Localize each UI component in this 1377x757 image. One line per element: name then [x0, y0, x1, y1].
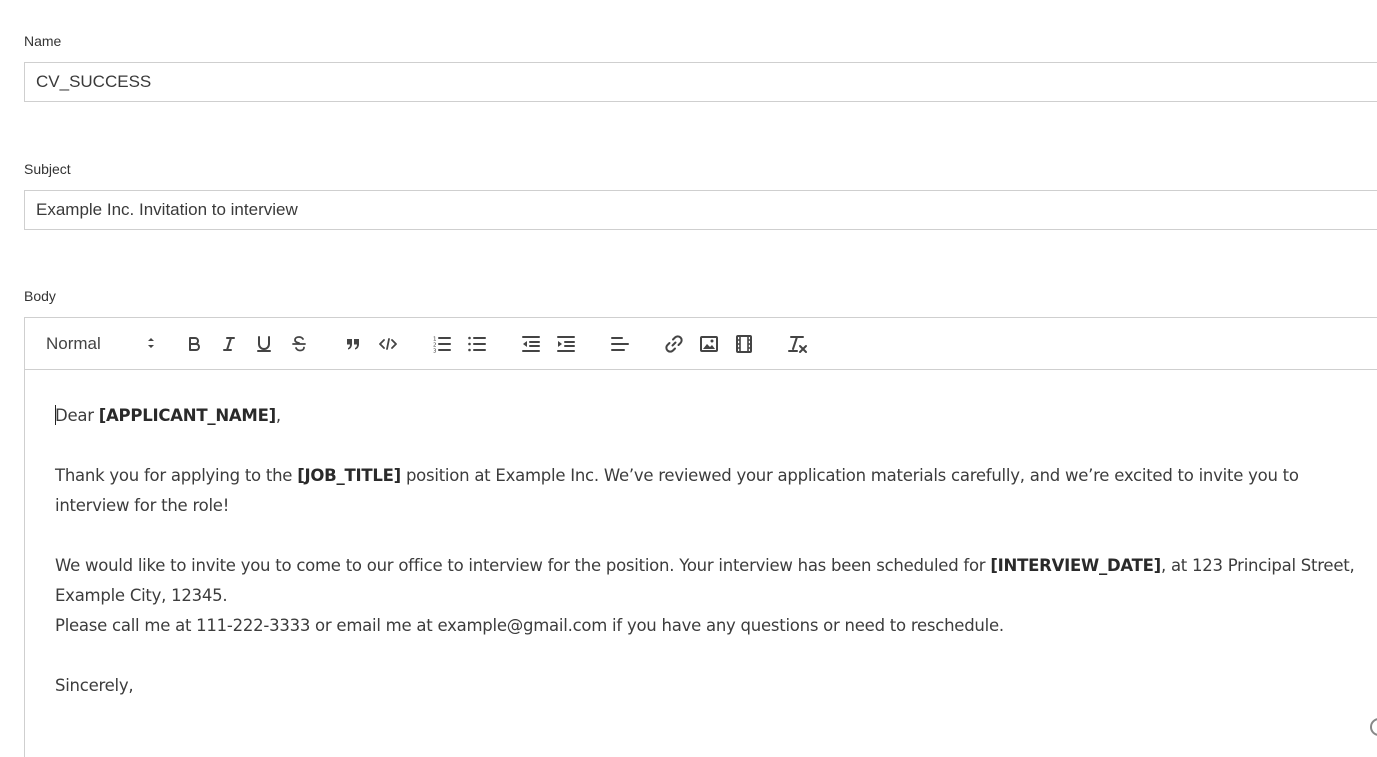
email-paragraph-3: Please call me at 111-222-3333 or email … [55, 616, 1004, 635]
ordered-list-icon: 123 [432, 335, 452, 353]
bullet-list-button[interactable] [465, 332, 489, 356]
strikethrough-icon [290, 335, 308, 353]
subject-label: Subject [24, 161, 71, 177]
interview-date-placeholder: [INTERVIEW_DATE] [990, 556, 1161, 575]
name-label: Name [24, 33, 62, 49]
email-paragraph-1: Thank you for applying to the [JOB_TITLE… [55, 461, 1345, 521]
clear-format-button[interactable] [786, 332, 810, 356]
image-icon [699, 335, 719, 353]
body-label: Body [24, 288, 56, 304]
format-select-value: Normal [46, 334, 101, 353]
format-select[interactable]: Normal [46, 331, 156, 357]
italic-icon [220, 335, 238, 353]
rich-text-editor: Normal 1 2 3 Dear [APPLICANT_NAME], Than… [24, 317, 1377, 757]
select-arrows-icon [146, 335, 156, 356]
editor-toolbar: Normal 1 2 3 [25, 318, 1377, 370]
email-paragraph-2: We would like to invite you to come to o… [55, 551, 1375, 611]
paragraph-1-text-start: Thank you for applying to the [55, 466, 298, 485]
video-icon [734, 334, 754, 354]
italic-button[interactable] [217, 332, 241, 356]
outdent-icon [521, 335, 541, 353]
video-button[interactable] [732, 332, 756, 356]
subject-input[interactable] [24, 190, 1377, 230]
bold-button[interactable] [182, 332, 206, 356]
blockquote-button[interactable] [341, 332, 365, 356]
email-closing: Sincerely, [55, 676, 134, 695]
email-greeting: Dear [APPLICANT_NAME], [55, 401, 281, 431]
underline-icon [255, 335, 273, 353]
greeting-text: Dear [55, 406, 99, 425]
indent-button[interactable] [554, 332, 578, 356]
job-title-placeholder: [JOB_TITLE] [297, 466, 401, 485]
bold-icon [185, 335, 203, 353]
bullet-list-icon [467, 335, 487, 353]
link-icon [664, 334, 684, 354]
clear-format-icon [787, 334, 809, 354]
strike-button[interactable] [287, 332, 311, 356]
svg-text:3: 3 [433, 349, 437, 354]
align-left-icon [610, 335, 630, 353]
name-input[interactable] [24, 62, 1377, 102]
code-block-icon [378, 335, 398, 353]
image-button[interactable] [697, 332, 721, 356]
outdent-button[interactable] [519, 332, 543, 356]
underline-button[interactable] [252, 332, 276, 356]
blockquote-icon [344, 335, 362, 353]
paragraph-2-text-start: We would like to invite you to come to o… [55, 556, 991, 575]
align-button[interactable] [608, 332, 632, 356]
applicant-name-placeholder: [APPLICANT_NAME] [98, 406, 276, 425]
indent-icon [556, 335, 576, 353]
code-block-button[interactable] [376, 332, 400, 356]
greeting-punctuation: , [275, 406, 281, 425]
ordered-list-button[interactable]: 123 [430, 332, 454, 356]
link-button[interactable] [662, 332, 686, 356]
